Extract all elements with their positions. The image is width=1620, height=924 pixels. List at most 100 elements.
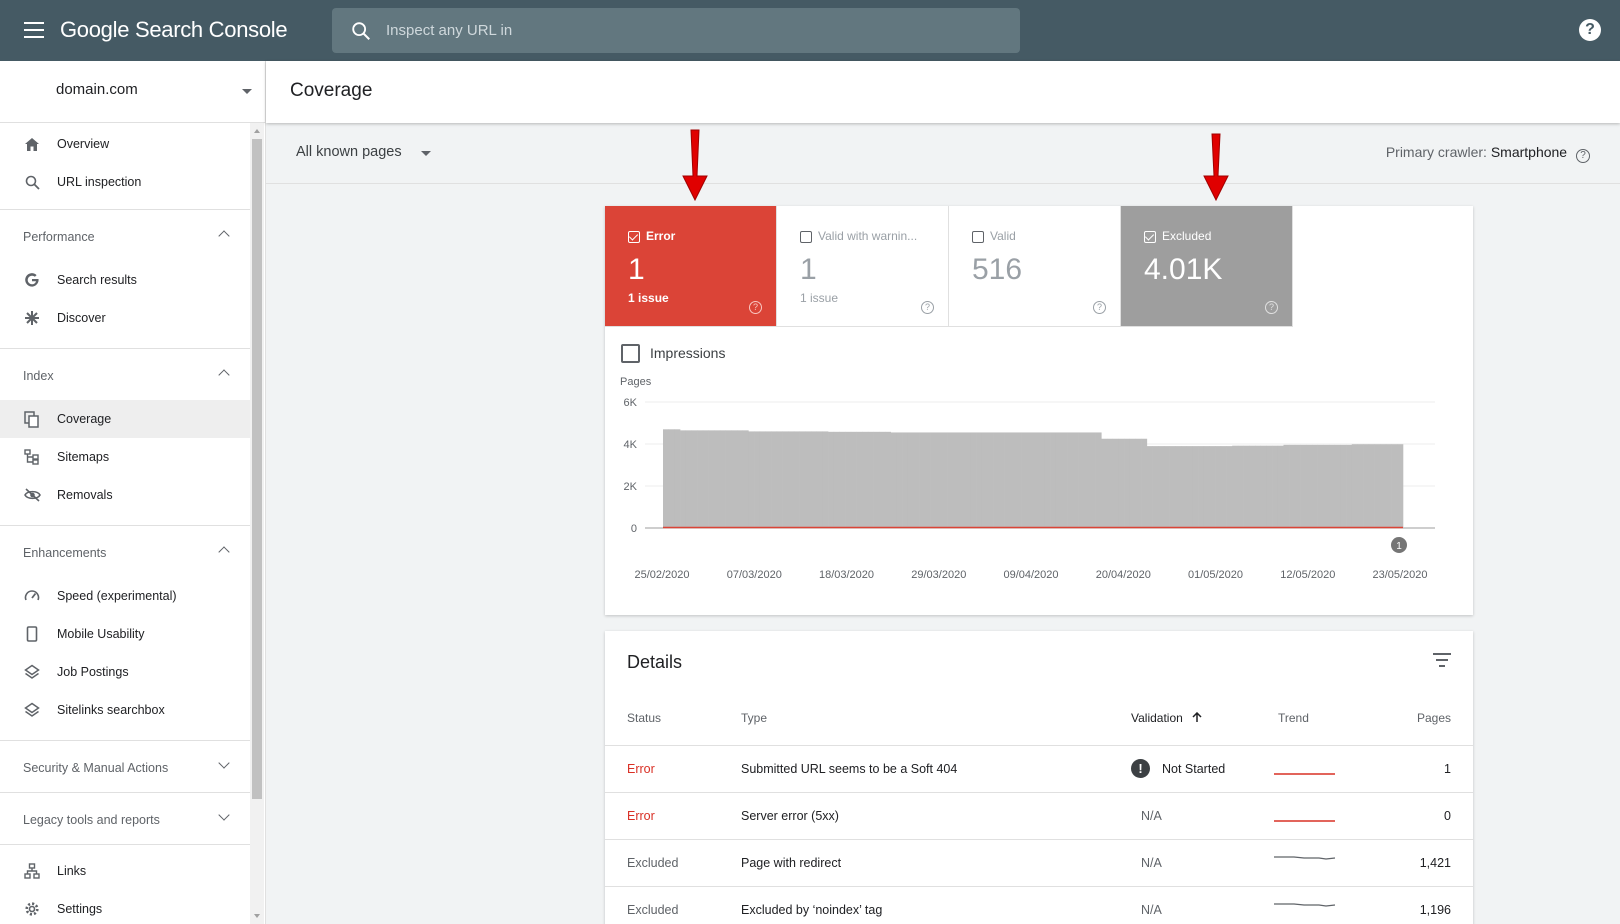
column-header-status[interactable]: Status <box>627 711 661 725</box>
chart-bar <box>691 430 698 528</box>
chart-bar <box>748 431 755 528</box>
tile-checkbox[interactable] <box>1144 231 1156 243</box>
sidebar-item-sitelinks-searchbox[interactable]: Sitelinks searchbox <box>0 691 250 729</box>
chevron-up-icon[interactable] <box>218 230 230 242</box>
chevron-down-icon[interactable] <box>218 809 230 821</box>
sidebar-item-speed-experimental[interactable]: Speed (experimental) <box>0 577 250 615</box>
sidebar-scrollbar[interactable] <box>250 123 264 924</box>
sidebar-item-search-results[interactable]: Search results <box>0 261 250 299</box>
scroll-down-arrow-icon[interactable] <box>254 914 260 918</box>
sidebar-section-index[interactable]: Index <box>0 348 250 400</box>
sidebar-item-label: Coverage <box>57 412 112 426</box>
home-icon <box>23 135 41 153</box>
scroll-thumb[interactable] <box>252 139 262 799</box>
caret-down-icon[interactable] <box>421 151 431 156</box>
sidebar-item-links[interactable]: Links <box>0 852 250 890</box>
chart-bar <box>1050 432 1057 528</box>
sidebar-item-job-postings[interactable]: Job Postings <box>0 653 250 691</box>
sidebar: domain.com Overview URL inspection Perform… <box>0 61 266 924</box>
filter-bar: All known pages Primary crawler: Smartph… <box>266 124 1620 184</box>
impressions-checkbox[interactable] <box>621 343 640 363</box>
chart-bar <box>788 431 795 528</box>
chart-bar <box>759 431 766 528</box>
chart-bar <box>1340 444 1347 528</box>
sidebar-section-legacy-tools-and-reports[interactable]: Legacy tools and reports <box>0 792 250 844</box>
column-header-pages[interactable]: Pages <box>1417 711 1451 725</box>
chart-bar <box>816 431 823 528</box>
status-tile-valid-with-warnin[interactable]: Valid with warnin... 1 1 issue? <box>777 206 949 327</box>
sidebar-item-coverage[interactable]: Coverage <box>0 400 250 438</box>
caret-down-icon <box>242 89 252 94</box>
chart-bar <box>873 431 880 528</box>
chart-bar <box>1232 445 1239 528</box>
sidebar-item-sitemaps[interactable]: Sitemaps <box>0 438 250 476</box>
chart-bar <box>1078 432 1085 528</box>
tile-value: 4.01K <box>1144 253 1223 286</box>
url-inspect-search[interactable] <box>332 8 1020 53</box>
hamburger-menu-icon[interactable] <box>24 22 44 38</box>
sidebar-section-enhancements[interactable]: Enhancements <box>0 525 250 577</box>
chart-bar <box>719 430 726 528</box>
chart-bar <box>1192 446 1199 528</box>
chevron-down-icon[interactable] <box>218 757 230 769</box>
column-header-trend[interactable]: Trend <box>1278 711 1309 725</box>
sidebar-item-mobile-usability[interactable]: Mobile Usability <box>0 615 250 653</box>
sidebar-item-discover[interactable]: Discover <box>0 299 250 337</box>
row-validation: N/A <box>1141 903 1162 917</box>
sidebar-section-security-manual-actions[interactable]: Security & Manual Actions <box>0 740 250 792</box>
filter-list-icon[interactable] <box>1433 653 1451 667</box>
chart-bar <box>680 430 687 528</box>
sidebar-item-label: Settings <box>57 902 103 916</box>
links-icon <box>23 862 41 880</box>
chart-bar <box>1385 444 1392 528</box>
chart-bar <box>1209 446 1216 528</box>
chart-bar <box>902 432 909 528</box>
tile-checkbox[interactable] <box>628 231 640 243</box>
scroll-up-arrow-icon[interactable] <box>254 129 260 133</box>
row-status: Excluded <box>627 903 679 917</box>
tile-checkbox[interactable] <box>972 231 984 243</box>
pages-filter-select[interactable]: All known pages <box>296 144 402 160</box>
chart-bar <box>936 432 943 528</box>
table-row[interactable]: Error Submitted URL seems to be a Soft 40… <box>605 745 1473 792</box>
help-circle-icon[interactable]: ? <box>749 301 762 314</box>
details-card: Details Status Type Validation Trend Pag… <box>605 631 1473 924</box>
sidebar-item-settings[interactable]: Settings <box>0 890 250 924</box>
status-tile-valid[interactable]: Valid 516? <box>949 206 1121 327</box>
chart-bar <box>1146 446 1153 528</box>
sidebar-item-url-inspection[interactable]: URL inspection <box>0 163 250 201</box>
help-circle-icon[interactable]: ? <box>1576 149 1590 163</box>
chart-bar <box>833 431 840 528</box>
help-circle-icon[interactable]: ? <box>921 301 934 314</box>
sidebar-section-performance[interactable]: Performance <box>0 209 250 261</box>
row-type: Page with redirect <box>741 856 842 870</box>
column-header-type[interactable]: Type <box>741 711 767 725</box>
red-arrow-error-icon <box>682 129 708 202</box>
chart-bar <box>776 431 783 528</box>
app-title[interactable]: Google Search Console <box>60 17 288 43</box>
help-circle-icon[interactable]: ? <box>1265 301 1278 314</box>
table-row[interactable]: Error Server error (5xx) N/A 0 <box>605 792 1473 839</box>
impressions-toggle[interactable]: Impressions <box>621 343 725 363</box>
sidebar-item-removals[interactable]: Removals <box>0 476 250 514</box>
table-row[interactable]: Excluded Page with redirect N/A 1,421 <box>605 839 1473 886</box>
table-row[interactable]: Excluded Excluded by ‘noindex’ tag N/A 1,19… <box>605 886 1473 924</box>
help-icon[interactable]: ? <box>1579 19 1601 41</box>
property-selector[interactable]: domain.com <box>0 61 266 123</box>
search-input[interactable] <box>386 8 986 53</box>
status-tile-error[interactable]: Error 1 1 issue? <box>605 206 777 327</box>
asterisk-icon <box>23 309 41 327</box>
chart-bar <box>947 432 954 528</box>
help-circle-icon[interactable]: ? <box>1093 301 1106 314</box>
status-tile-excluded[interactable]: Excluded 4.01K? <box>1121 206 1293 327</box>
chart-bar <box>1084 432 1091 528</box>
impressions-label: Impressions <box>650 345 726 361</box>
column-header-validation[interactable]: Validation <box>1131 711 1202 725</box>
chart-bar <box>919 432 926 528</box>
x-tick-label: 23/05/2020 <box>1372 569 1427 581</box>
chevron-up-icon[interactable] <box>218 546 230 558</box>
sidebar-item-overview[interactable]: Overview <box>0 125 250 163</box>
chart-bar <box>1186 446 1193 528</box>
tile-checkbox[interactable] <box>800 231 812 243</box>
chevron-up-icon[interactable] <box>218 369 230 381</box>
